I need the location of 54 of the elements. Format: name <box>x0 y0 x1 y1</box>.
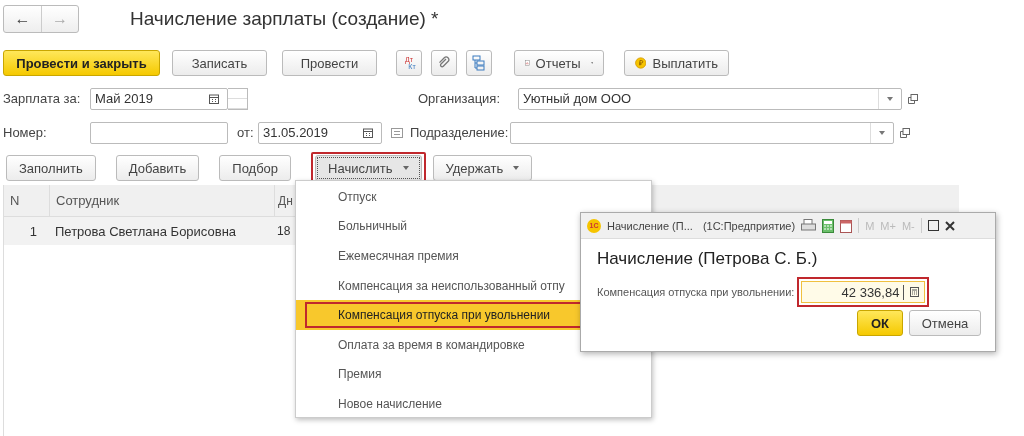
post-and-close-button[interactable]: Провести и закрыть <box>3 50 160 76</box>
calculator-icon[interactable] <box>910 287 920 297</box>
table-button[interactable]: Удержать <box>432 155 533 181</box>
menu-item[interactable]: Отпуск <box>296 182 651 212</box>
dialog-title: Начисление (П... <box>607 219 693 232</box>
amount-field[interactable]: 42 336,84 <box>801 281 926 303</box>
field-label: Подразделение: <box>410 125 510 140</box>
window-title: Начисление зарплаты (создание) * <box>130 8 439 30</box>
number-field[interactable] <box>90 121 228 144</box>
print-icon[interactable] <box>801 219 817 232</box>
calendar-icon[interactable] <box>209 93 219 104</box>
caret-icon <box>590 61 593 65</box>
attach-button[interactable] <box>431 50 457 76</box>
dialog-title: (1С:Предприятие) <box>702 219 796 232</box>
calculator-icon[interactable] <box>822 218 835 233</box>
period-field[interactable]: Май 2019 <box>90 87 228 110</box>
field-label: Компенсация отпуска при увольнении: <box>597 286 795 298</box>
menu-item[interactable]: Премия <box>296 359 651 390</box>
field-label: Зарплата за: <box>3 91 82 106</box>
toolbar-button[interactable]: Записать <box>172 50 267 76</box>
open-icon[interactable] <box>908 93 918 104</box>
maximize-icon[interactable] <box>927 220 939 231</box>
field-label: Организация: <box>418 91 502 106</box>
table-button[interactable]: Начислить <box>315 155 422 181</box>
coin-icon <box>635 56 647 70</box>
cancel-button[interactable]: Отмена <box>909 310 981 336</box>
caret-icon[interactable] <box>887 96 893 101</box>
list-icon[interactable] <box>391 127 403 138</box>
field-label: Номер: <box>3 125 48 140</box>
table-button[interactable]: Добавить <box>115 155 200 181</box>
calendar-icon[interactable] <box>840 218 853 233</box>
column-header: Сотрудник <box>49 185 274 216</box>
dialog-heading: Начисление (Петрова С. Б.) <box>597 249 819 269</box>
structure-icon <box>472 55 486 71</box>
close-icon[interactable] <box>944 220 955 231</box>
paperclip-icon <box>437 56 451 70</box>
table-button[interactable]: Подбор <box>219 155 292 181</box>
subdivision-field[interactable] <box>510 121 894 144</box>
structure-button[interactable] <box>466 50 492 76</box>
report-icon <box>525 57 530 69</box>
reports-button[interactable]: Отчеты <box>514 50 604 76</box>
table-button[interactable]: Заполнить <box>6 155 96 181</box>
column-header: N <box>9 193 21 208</box>
organization-field[interactable]: Уютный дом ООО <box>518 87 902 110</box>
caret-icon[interactable] <box>879 130 885 135</box>
field-label: от: <box>237 125 255 140</box>
calendar-icon[interactable] <box>363 127 373 138</box>
date-field[interactable]: 31.05.2019 <box>258 121 382 144</box>
pay-button[interactable]: Выплатить <box>624 50 729 76</box>
open-icon[interactable] <box>900 127 910 138</box>
menu-item[interactable]: Новое начисление <box>296 389 651 419</box>
toolbar-button[interactable]: Провести <box>282 50 377 76</box>
back-button[interactable]: ← <box>4 6 41 32</box>
ok-button[interactable]: ОК <box>857 310 903 336</box>
